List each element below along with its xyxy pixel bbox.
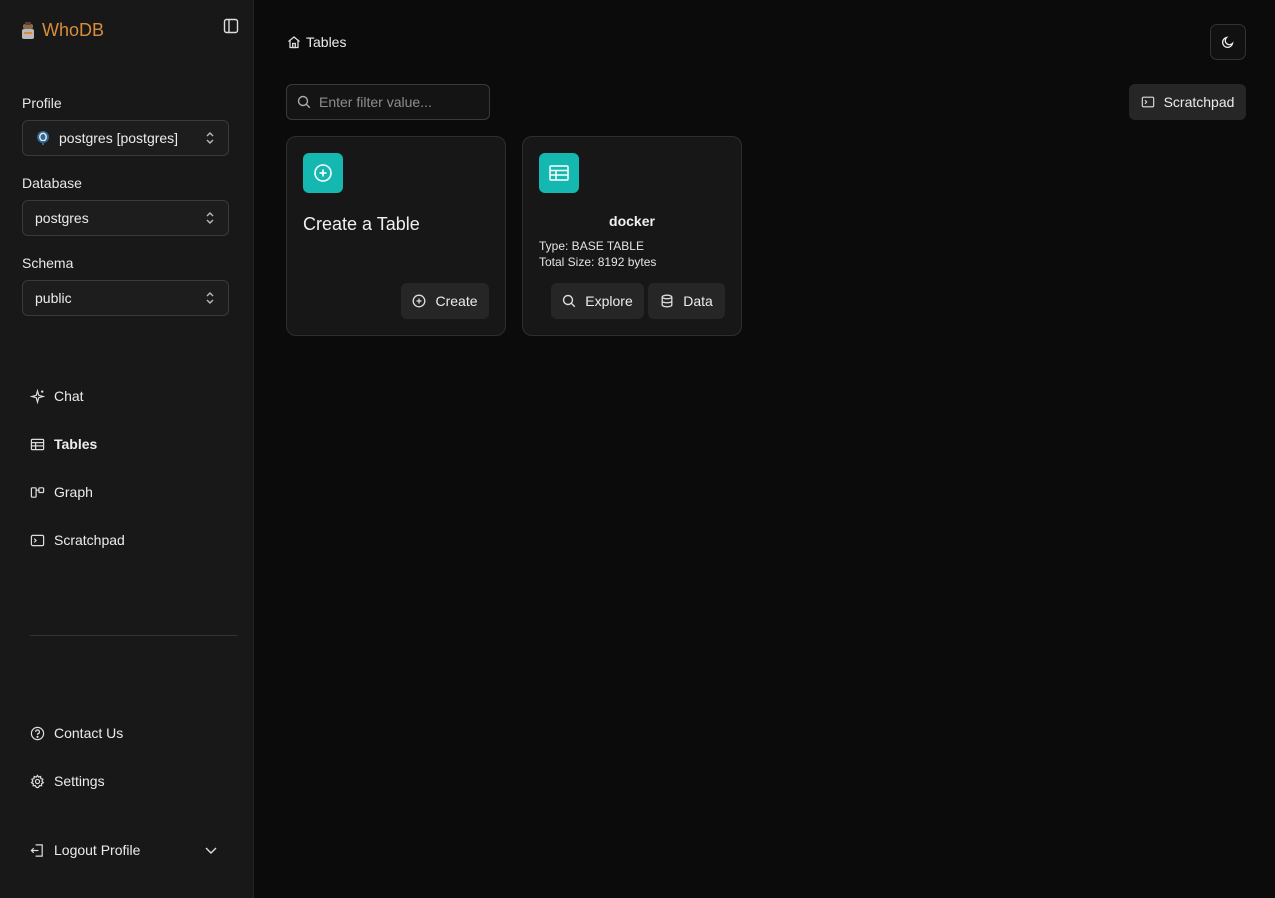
create-button[interactable]: Create	[401, 283, 489, 319]
gear-icon	[30, 773, 45, 788]
table-tile	[539, 153, 579, 193]
profile-select[interactable]: postgres [postgres]	[22, 120, 229, 156]
chevron-down-icon	[205, 847, 217, 854]
brand[interactable]: WhoDB	[20, 20, 104, 41]
breadcrumb[interactable]: Tables	[287, 34, 346, 50]
sidebar-item-scratchpad[interactable]: Scratchpad	[30, 532, 125, 548]
explore-button[interactable]: Explore	[551, 283, 644, 319]
table-icon	[30, 438, 45, 450]
table-card: docker Type: BASE TABLE Total Size: 8192…	[522, 136, 742, 336]
sidebar-item-settings[interactable]: Settings	[30, 773, 105, 789]
create-button-label: Create	[435, 293, 478, 309]
create-table-card: Create a Table Create	[286, 136, 506, 336]
terminal-icon	[1141, 96, 1154, 108]
sidebar-item-chat[interactable]: Chat	[30, 388, 84, 404]
sidebar-toggle-icon[interactable]	[222, 17, 240, 35]
database-select[interactable]: postgres	[22, 200, 229, 236]
app-name: WhoDB	[42, 20, 105, 40]
chevron-updown-icon	[206, 212, 214, 224]
breadcrumb-label: Tables	[306, 34, 347, 50]
create-table-title: Create a Table	[303, 214, 420, 234]
terminal-icon	[30, 534, 45, 546]
profile-label: Profile	[22, 95, 62, 111]
theme-toggle-button[interactable]	[1210, 24, 1246, 60]
sidebar: WhoDB Profile postgres [postgres] Databa…	[0, 0, 254, 898]
sidebar-item-label: Contact Us	[54, 725, 124, 741]
table-size: Total Size: 8192 bytes	[539, 255, 657, 269]
graph-icon	[30, 486, 45, 498]
chevron-updown-icon	[206, 292, 214, 304]
plus-circle-icon	[314, 164, 332, 182]
schema-value: public	[35, 290, 72, 306]
sidebar-item-tables[interactable]: Tables	[30, 436, 97, 452]
chevron-updown-icon	[206, 132, 214, 144]
table-icon	[549, 165, 569, 181]
explore-button-label: Explore	[585, 293, 633, 309]
data-button-label: Data	[683, 293, 713, 309]
profile-value: postgres [postgres]	[59, 130, 179, 146]
scratchpad-button-label: Scratchpad	[1163, 94, 1235, 110]
sidebar-item-graph[interactable]: Graph	[30, 484, 93, 500]
database-label: Database	[22, 175, 82, 191]
plus-circle-icon	[413, 294, 426, 308]
sidebar-item-label: Tables	[54, 436, 98, 452]
postgres-icon	[37, 131, 49, 145]
filter-search[interactable]	[286, 84, 490, 120]
sidebar-divider	[30, 635, 237, 636]
table-type: Type: BASE TABLE	[539, 239, 644, 253]
sidebar-item-label: Chat	[54, 388, 84, 404]
home-icon	[288, 36, 300, 49]
schema-label: Schema	[22, 255, 74, 271]
table-name: docker	[609, 213, 655, 229]
moon-icon	[1221, 36, 1234, 49]
sparkles-icon	[30, 388, 45, 404]
sidebar-item-contact-us[interactable]: Contact Us	[30, 725, 123, 741]
sidebar-item-label: Settings	[54, 773, 105, 789]
logout-icon	[30, 843, 43, 857]
search-icon	[563, 294, 576, 308]
sidebar-item-label: Scratchpad	[54, 532, 125, 548]
filter-input[interactable]	[319, 94, 479, 110]
scratchpad-button[interactable]: Scratchpad	[1129, 84, 1246, 120]
logout-label: Logout Profile	[54, 842, 141, 858]
logout-profile-button[interactable]: Logout Profile	[30, 842, 218, 858]
whodb-logo-icon	[22, 21, 34, 39]
create-tile	[303, 153, 343, 193]
sidebar-item-label: Graph	[54, 484, 93, 500]
search-icon	[297, 95, 311, 109]
schema-select[interactable]: public	[22, 280, 229, 316]
help-circle-icon	[30, 726, 45, 740]
database-icon	[661, 294, 673, 308]
data-button[interactable]: Data	[648, 283, 725, 319]
database-value: postgres	[35, 210, 89, 226]
